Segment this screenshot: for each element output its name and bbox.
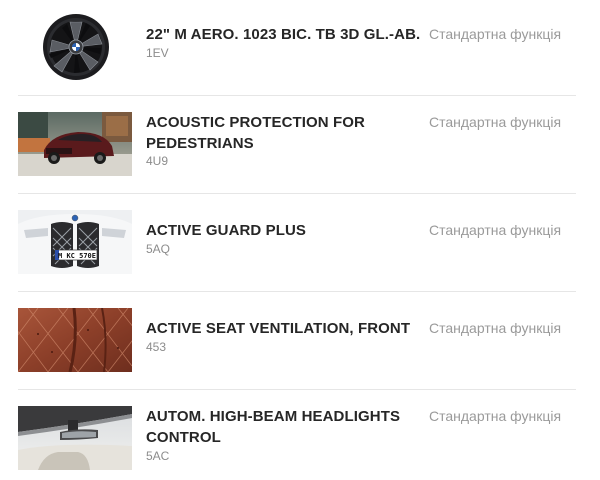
- list-item[interactable]: AUTOM. HIGH-BEAM HEADLIGHTS CONTROL 5AC …: [18, 390, 578, 480]
- option-code: 4U9: [146, 154, 169, 168]
- option-name: ACTIVE SEAT VENTILATION, FRONT: [146, 320, 411, 337]
- option-status: Стандартна функція: [429, 26, 562, 42]
- option-status: Стандартна функція: [429, 320, 562, 336]
- option-code: 1EV: [146, 46, 169, 60]
- option-code: 5AQ: [146, 242, 171, 256]
- list-item[interactable]: M KC 570E ACTIVE GUARD PLUS 5AQ Стандарт…: [18, 194, 578, 291]
- list-item[interactable]: ACOUSTIC PROTECTION FOR PEDESTRIANS 4U9 …: [18, 96, 578, 193]
- leather-seat-image: [18, 308, 132, 372]
- windshield-mirror-image: [18, 406, 132, 470]
- list-item[interactable]: ACTIVE SEAT VENTILATION, FRONT 453 Станд…: [18, 292, 578, 389]
- license-plate-text: M KC 570E: [58, 252, 96, 260]
- option-status: Стандартна функція: [429, 222, 562, 238]
- option-name: ACTIVE GUARD PLUS: [146, 222, 307, 239]
- option-status: Стандартна функція: [429, 408, 562, 424]
- option-name: ACOUSTIC PROTECTION FOR PEDESTRIANS: [146, 114, 365, 152]
- option-name: 22" M AERO. 1023 BIC. TB 3D GL.-AB.: [146, 26, 421, 43]
- kidney-grille-image: M KC 570E: [18, 210, 132, 274]
- option-code: 5AC: [146, 449, 170, 463]
- wheel-rim-icon: [18, 12, 132, 82]
- car-driving-image: [18, 112, 132, 176]
- list-item[interactable]: 22" M AERO. 1023 BIC. TB 3D GL.-AB. 1EV …: [18, 0, 578, 95]
- option-code: 453: [146, 340, 167, 354]
- equipment-list: 22" M AERO. 1023 BIC. TB 3D GL.-AB. 1EV …: [0, 0, 600, 480]
- option-status: Стандартна функція: [429, 114, 562, 130]
- option-name: AUTOM. HIGH-BEAM HEADLIGHTS CONTROL: [146, 408, 401, 446]
